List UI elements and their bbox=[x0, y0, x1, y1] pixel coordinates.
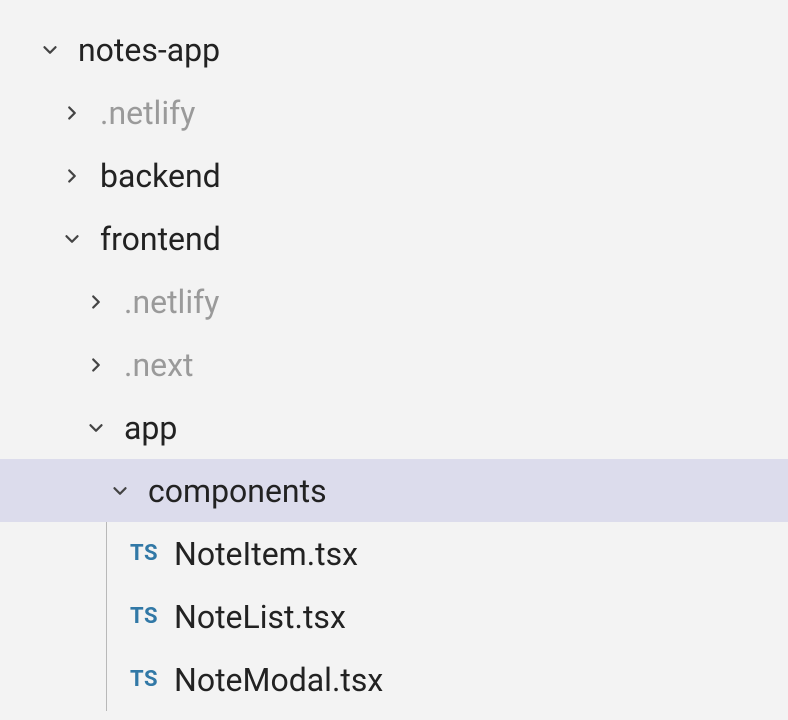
chevron-down-icon bbox=[106, 477, 134, 505]
folder-label: notes-app bbox=[78, 31, 220, 69]
chevron-right-icon bbox=[82, 288, 110, 316]
file-notemodal[interactable]: TS NoteModal.tsx bbox=[0, 648, 788, 711]
folder-label: frontend bbox=[100, 220, 221, 258]
chevron-right-icon bbox=[58, 162, 86, 190]
folder-netlify[interactable]: .netlify bbox=[0, 81, 788, 144]
file-notelist[interactable]: TS NoteList.tsx bbox=[0, 585, 788, 648]
chevron-down-icon bbox=[82, 414, 110, 442]
folder-notes-app[interactable]: notes-app bbox=[0, 18, 788, 81]
file-label: NoteItem.tsx bbox=[174, 535, 358, 573]
file-tree: notes-app .netlify backend frontend .net… bbox=[0, 0, 788, 711]
folder-components[interactable]: components bbox=[0, 459, 788, 522]
folder-label: components bbox=[148, 472, 327, 510]
typescript-icon: TS bbox=[122, 538, 166, 570]
folder-label: backend bbox=[100, 157, 221, 195]
folder-label: app bbox=[124, 409, 177, 447]
folder-frontend[interactable]: frontend bbox=[0, 207, 788, 270]
file-label: NoteList.tsx bbox=[174, 598, 346, 636]
folder-next[interactable]: .next bbox=[0, 333, 788, 396]
folder-backend[interactable]: backend bbox=[0, 144, 788, 207]
file-noteitem[interactable]: TS NoteItem.tsx bbox=[0, 522, 788, 585]
chevron-down-icon bbox=[36, 36, 64, 64]
folder-label: .next bbox=[124, 346, 193, 384]
file-label: NoteModal.tsx bbox=[174, 661, 383, 699]
chevron-down-icon bbox=[58, 225, 86, 253]
folder-app[interactable]: app bbox=[0, 396, 788, 459]
folder-label: .netlify bbox=[100, 94, 195, 132]
chevron-right-icon bbox=[82, 351, 110, 379]
typescript-icon: TS bbox=[122, 601, 166, 633]
folder-label: .netlify bbox=[124, 283, 219, 321]
chevron-right-icon bbox=[58, 99, 86, 127]
folder-netlify-frontend[interactable]: .netlify bbox=[0, 270, 788, 333]
typescript-icon: TS bbox=[122, 664, 166, 696]
